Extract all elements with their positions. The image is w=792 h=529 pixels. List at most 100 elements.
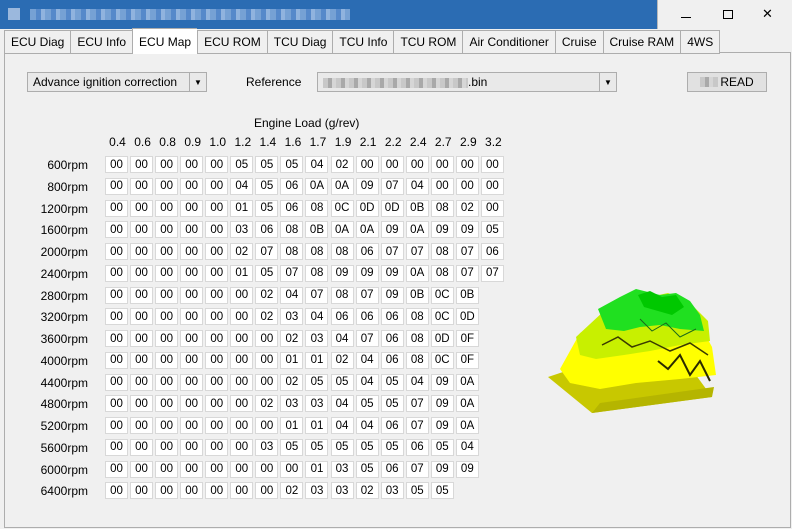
tab-ecu-diag[interactable]: ECU Diag [4, 30, 71, 54]
map-cell[interactable]: 0F [455, 351, 479, 369]
map-cell[interactable]: 05 [280, 438, 304, 456]
map-cell[interactable]: 0A [455, 373, 479, 391]
map-cell[interactable]: 00 [105, 243, 128, 260]
map-cell[interactable]: 00 [105, 373, 128, 391]
map-cell[interactable]: 00 [380, 156, 404, 173]
map-cell[interactable]: 00 [155, 264, 179, 282]
map-cell[interactable]: 05 [430, 482, 454, 500]
map-cell[interactable]: 00 [130, 221, 154, 239]
map-cell[interactable]: 00 [205, 286, 229, 304]
minimize-button[interactable] [657, 0, 714, 29]
map-cell[interactable]: 09 [355, 264, 379, 282]
map-cell[interactable]: 00 [205, 482, 229, 500]
map-cell[interactable]: 0A [405, 264, 429, 282]
map-cell[interactable]: 05 [480, 221, 504, 239]
map-cell[interactable]: 00 [230, 308, 254, 326]
map-cell[interactable]: 04 [355, 417, 379, 434]
map-cell[interactable]: 0B [455, 286, 479, 304]
map-cell[interactable]: 03 [305, 482, 329, 500]
map-cell[interactable]: 08 [430, 199, 454, 217]
map-cell[interactable]: 00 [180, 460, 204, 478]
map-select[interactable]: Advance ignition correction ▼ [27, 72, 207, 92]
map-cell[interactable]: 0A [330, 177, 354, 195]
map-cell[interactable]: 07 [480, 264, 504, 282]
map-cell[interactable]: 05 [380, 438, 404, 456]
map-cell[interactable]: 0C [330, 199, 354, 217]
map-cell[interactable]: 08 [305, 243, 329, 260]
map-cell[interactable]: 00 [155, 221, 179, 239]
map-cell[interactable]: 0A [330, 221, 354, 239]
map-cell[interactable]: 00 [105, 286, 128, 304]
map-cell[interactable]: 09 [430, 460, 454, 478]
map-cell[interactable]: 03 [280, 308, 304, 326]
map-cell[interactable]: 00 [480, 177, 504, 195]
map-cell[interactable]: 06 [380, 417, 404, 434]
map-cell[interactable]: 00 [280, 460, 304, 478]
map-cell[interactable]: 02 [330, 156, 354, 173]
map-cell[interactable]: 00 [155, 286, 179, 304]
map-cell[interactable]: 00 [255, 373, 279, 391]
map-cell[interactable]: 00 [155, 482, 179, 500]
map-cell[interactable]: 06 [280, 199, 304, 217]
map-cell[interactable]: 09 [380, 286, 404, 304]
map-cell[interactable]: 05 [305, 373, 329, 391]
map-cell[interactable]: 05 [380, 395, 404, 413]
map-cell[interactable]: 00 [205, 243, 229, 260]
map-cell[interactable]: 00 [130, 330, 154, 347]
map-cell[interactable]: 00 [205, 395, 229, 413]
map-cell[interactable]: 00 [105, 460, 128, 478]
map-cell[interactable]: 01 [280, 417, 304, 434]
map-cell[interactable]: 06 [405, 438, 429, 456]
map-cell[interactable]: 00 [205, 417, 229, 434]
map-cell[interactable]: 04 [330, 417, 354, 434]
map-cell[interactable]: 00 [155, 395, 179, 413]
map-cell[interactable]: 0F [455, 330, 479, 347]
map-cell[interactable]: 00 [105, 264, 128, 282]
map-cell[interactable]: 09 [430, 373, 454, 391]
map-cell[interactable]: 09 [455, 460, 479, 478]
map-cell[interactable]: 07 [380, 243, 404, 260]
map-cell[interactable]: 07 [405, 395, 429, 413]
map-cell[interactable]: 05 [255, 156, 279, 173]
map-cell[interactable]: 00 [430, 156, 454, 173]
map-cell[interactable]: 07 [255, 243, 279, 260]
map-cell[interactable]: 00 [205, 156, 229, 173]
map-cell[interactable]: 00 [180, 156, 204, 173]
map-cell[interactable]: 02 [455, 199, 479, 217]
map-cell[interactable]: 00 [255, 460, 279, 478]
map-cell[interactable]: 02 [280, 330, 304, 347]
map-cell[interactable]: 09 [355, 177, 379, 195]
map-cell[interactable]: 00 [230, 417, 254, 434]
map-cell[interactable]: 08 [430, 243, 454, 260]
map-cell[interactable]: 08 [280, 221, 304, 239]
reference-select[interactable]: .bin ▼ [317, 72, 617, 92]
map-cell[interactable]: 01 [305, 351, 329, 369]
map-cell[interactable]: 0D [455, 308, 479, 326]
map-cell[interactable]: 05 [405, 482, 429, 500]
map-cell[interactable]: 00 [130, 177, 154, 195]
map-cell[interactable]: 03 [330, 482, 354, 500]
tab-cruise-ram[interactable]: Cruise RAM [602, 30, 681, 54]
map-cell[interactable]: 00 [230, 482, 254, 500]
map-cell[interactable]: 0D [380, 199, 404, 217]
map-cell[interactable]: 05 [255, 264, 279, 282]
tab-tcu-info[interactable]: TCU Info [332, 30, 394, 54]
map-cell[interactable]: 01 [305, 460, 329, 478]
map-cell[interactable]: 06 [280, 177, 304, 195]
map-cell[interactable]: 08 [405, 330, 429, 347]
map-cell[interactable]: 00 [105, 482, 128, 500]
map-cell[interactable]: 00 [230, 330, 254, 347]
map-cell[interactable]: 09 [430, 395, 454, 413]
map-cell[interactable]: 06 [355, 308, 379, 326]
tab-ecu-rom[interactable]: ECU ROM [197, 30, 267, 54]
close-button[interactable]: ✕ [743, 0, 792, 29]
map-cell[interactable]: 00 [205, 460, 229, 478]
map-cell[interactable]: 00 [205, 351, 229, 369]
map-cell[interactable]: 00 [155, 177, 179, 195]
map-cell[interactable]: 00 [155, 438, 179, 456]
map-cell[interactable]: 06 [255, 221, 279, 239]
map-cell[interactable]: 00 [130, 417, 154, 434]
map-cell[interactable]: 00 [180, 417, 204, 434]
map-cell[interactable]: 00 [255, 330, 279, 347]
map-cell[interactable]: 00 [105, 330, 128, 347]
